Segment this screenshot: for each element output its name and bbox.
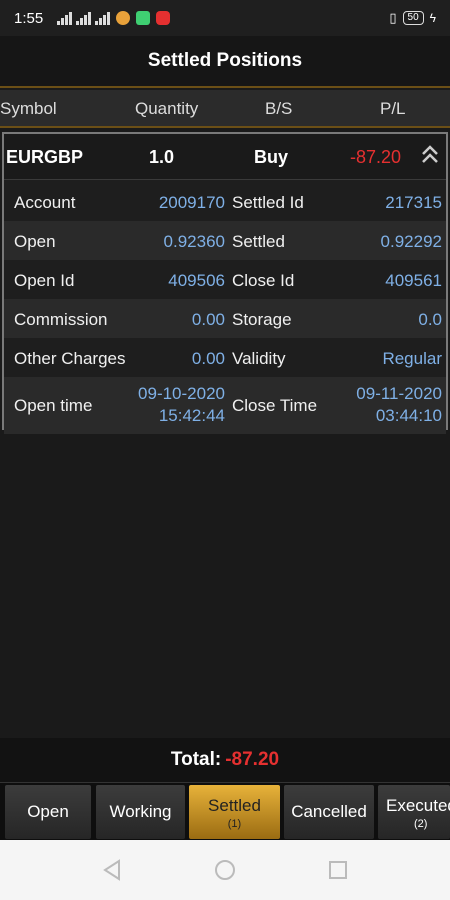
detail-row: Open Id 409506 Close Id 409561 [4,260,446,299]
settled-value: 0.92292 [380,232,442,251]
charging-icon: ϟ [429,11,436,25]
settled-id-label: Settled Id [232,193,304,212]
detail-row: Account 2009170 Settled Id 217315 [4,182,446,221]
column-pl[interactable]: P/L [380,99,406,119]
title-bar: Settled Positions [0,36,450,88]
commission-label: Commission [14,310,108,329]
close-time-label: Close Time [232,396,318,415]
collapse-chevron-icon[interactable] [420,144,440,166]
open-id-label: Open Id [14,271,75,290]
back-icon[interactable] [102,859,122,881]
tab-label: Cancelled [291,802,367,821]
close-time-clock: 03:44:10 [375,406,442,425]
home-icon[interactable] [214,859,236,881]
detail-row: Open 0.92360 Settled 0.92292 [4,221,446,260]
open-id-value: 409506 [168,271,225,290]
account-label: Account [14,193,76,212]
detail-row: Open time 09-10-2020 15:42:44 Close Time… [4,377,446,434]
settled-label: Settled [232,232,285,251]
position-quantity: 1.0 [149,147,175,167]
total-bar: Total: -87.20 [0,738,450,782]
total-value: -87.20 [225,749,280,770]
open-time-clock: 15:42:44 [158,406,225,425]
status-time: 1:55 [14,9,44,27]
vibrate-icon: ▯ [389,10,397,25]
message-notification-icon [136,11,151,25]
close-time-date: 09-11-2020 [356,384,442,403]
tab-cancelled[interactable]: Cancelled [284,785,374,839]
tab-label: Executed [386,796,450,815]
status-bar: 1:55 ▯ 50 ϟ [0,0,450,36]
status-right: ▯ 50 ϟ [389,10,436,26]
signal-icon [57,11,73,25]
page-title: Settled Positions [147,50,303,71]
open-time-date: 09-10-2020 [138,384,225,403]
tab-count: (1) [227,818,242,830]
tab-working[interactable]: Working [96,785,185,839]
position-pl: -87.20 [350,147,402,167]
settled-id-value: 217315 [385,193,442,212]
signal-icons [57,11,171,25]
app-notification-icon [116,11,131,25]
tab-count: (2) [414,818,428,830]
tab-label: Settled [208,796,261,815]
open-time-label: Open time [14,396,93,415]
tab-settled[interactable]: Settled (1) [189,785,280,839]
signal-icon [76,11,92,25]
column-symbol[interactable]: Symbol [0,99,57,119]
bottom-tab-bar: Open Working Settled (1) Cancelled Execu… [0,782,450,840]
tab-label: Working [109,802,172,821]
tab-open[interactable]: Open [5,785,91,839]
validity-label: Validity [232,349,286,368]
open-label: Open [14,232,56,251]
battery-icon: 50 [402,11,424,25]
position-symbol: EURGBP [6,147,84,167]
open-value: 0.92360 [163,232,225,251]
column-quantity[interactable]: Quantity [135,99,198,119]
close-id-value: 409561 [385,271,442,290]
detail-row: Commission 0.00 Storage 0.0 [4,299,446,338]
validity-value: Regular [382,349,442,368]
detail-row: Other Charges 0.00 Validity Regular [4,338,446,377]
account-value: 2009170 [158,193,225,212]
column-bs[interactable]: B/S [265,99,292,119]
tab-executed[interactable]: Executed (2) [378,785,450,839]
total-label: Total: [170,749,222,770]
storage-label: Storage [232,310,292,329]
column-header: Symbol Quantity B/S P/L [0,90,450,128]
close-id-label: Close Id [232,271,295,290]
system-nav-bar [0,840,450,900]
position-card[interactable]: EURGBP 1.0 Buy -87.20 Account 2009170 Se… [2,132,448,434]
position-side: Buy [254,147,289,167]
storage-value: 0.0 [418,310,442,329]
other-charges-value: 0.00 [191,349,225,368]
position-details: Account 2009170 Settled Id 217315 Open 0… [4,182,446,434]
recents-icon[interactable] [328,860,348,880]
tab-label: Open [27,802,69,821]
signal-icon [95,11,111,25]
youtube-notification-icon [156,11,171,25]
other-charges-label: Other Charges [14,349,126,368]
commission-value: 0.00 [191,310,225,329]
position-summary-row[interactable]: EURGBP 1.0 Buy -87.20 [4,134,446,180]
